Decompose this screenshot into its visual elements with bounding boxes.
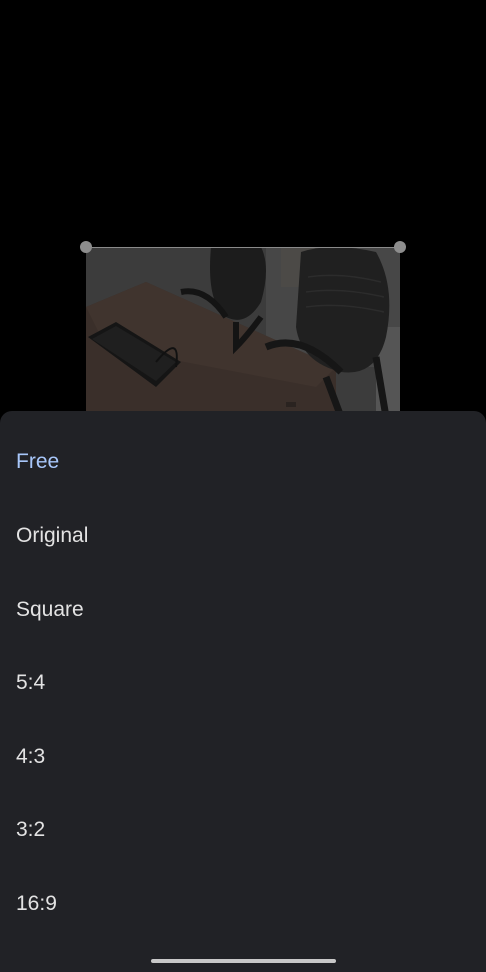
aspect-option-original[interactable]: Original: [0, 499, 486, 573]
navigation-bar: [0, 951, 486, 972]
home-gesture-handle[interactable]: [151, 959, 336, 963]
photo-crop-screen: Free Original Square 5:4 4:3 3:2 16:9: [0, 0, 486, 972]
crop-handle-top-left[interactable]: [80, 241, 92, 253]
aspect-ratio-sheet: Free Original Square 5:4 4:3 3:2 16:9: [0, 411, 486, 951]
crop-handle-top-right[interactable]: [394, 241, 406, 253]
aspect-option-5-4[interactable]: 5:4: [0, 646, 486, 720]
aspect-option-4-3[interactable]: 4:3: [0, 720, 486, 794]
aspect-option-16-9[interactable]: 16:9: [0, 867, 486, 941]
aspect-option-free[interactable]: Free: [0, 425, 486, 499]
aspect-option-square[interactable]: Square: [0, 573, 486, 647]
aspect-option-3-2[interactable]: 3:2: [0, 793, 486, 867]
crop-frame: [86, 247, 400, 417]
